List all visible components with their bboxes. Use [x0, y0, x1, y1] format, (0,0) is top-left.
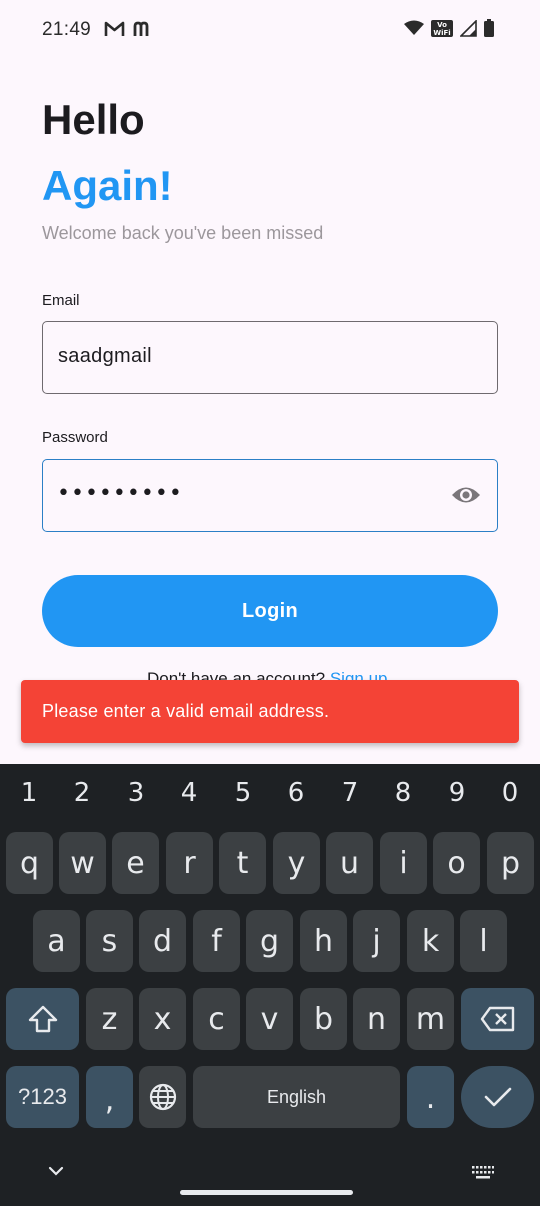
key-7[interactable]: 7	[330, 778, 370, 808]
space-key[interactable]: English	[193, 1066, 400, 1128]
visibility-eye-icon[interactable]	[451, 484, 481, 506]
key-3[interactable]: 3	[116, 778, 156, 808]
key-1[interactable]: 1	[9, 778, 49, 808]
key-j[interactable]: j	[353, 910, 400, 972]
comma-key[interactable]: ,	[86, 1066, 133, 1128]
checkmark-icon	[484, 1087, 511, 1107]
key-r[interactable]: r	[166, 832, 213, 894]
key-b[interactable]: b	[300, 988, 347, 1050]
key-s[interactable]: s	[86, 910, 133, 972]
keyboard-switcher-icon[interactable]	[472, 1166, 494, 1180]
email-label: Email	[42, 292, 80, 309]
password-label: Password	[42, 429, 108, 446]
backspace-key[interactable]	[461, 988, 534, 1050]
key-d[interactable]: d	[139, 910, 186, 972]
key-m[interactable]: m	[407, 988, 454, 1050]
key-0[interactable]: 0	[490, 778, 530, 808]
key-5[interactable]: 5	[223, 778, 263, 808]
symbols-key[interactable]: ?123	[6, 1066, 79, 1128]
soft-keyboard	[0, 764, 540, 1206]
key-c[interactable]: c	[193, 988, 240, 1050]
snackbar-message: Please enter a valid email address.	[42, 701, 330, 721]
gmail-icon	[104, 21, 125, 36]
key-6[interactable]: 6	[276, 778, 316, 808]
backspace-icon	[480, 1006, 514, 1032]
key-y[interactable]: y	[273, 832, 320, 894]
key-f[interactable]: f	[193, 910, 240, 972]
key-x[interactable]: x	[139, 988, 186, 1050]
page-title: Hello	[42, 96, 145, 143]
key-q[interactable]: q	[6, 832, 53, 894]
key-9[interactable]: 9	[437, 778, 477, 808]
key-8[interactable]: 8	[383, 778, 423, 808]
key-t[interactable]: t	[219, 832, 266, 894]
wifi-icon	[404, 20, 424, 35]
keyboard-hide-chevron-icon[interactable]	[48, 1166, 64, 1176]
key-v[interactable]: v	[246, 988, 293, 1050]
shift-key[interactable]	[6, 988, 79, 1050]
login-button-label: Login	[242, 599, 298, 622]
key-g[interactable]: g	[246, 910, 293, 972]
vowifi-icon: Vo WiFi	[431, 19, 453, 37]
signal-icon	[460, 19, 477, 37]
status-time: 21:49	[42, 19, 92, 40]
key-4[interactable]: 4	[169, 778, 209, 808]
status-right-icons: Vo WiFi	[404, 19, 494, 37]
page-title-accent: Again!	[42, 162, 173, 209]
key-2[interactable]: 2	[62, 778, 102, 808]
globe-icon	[149, 1083, 176, 1111]
status-left-icons	[104, 20, 153, 37]
login-button[interactable]: Login	[42, 575, 498, 647]
m-app-icon	[133, 21, 149, 36]
key-z[interactable]: z	[86, 988, 133, 1050]
password-value[interactable]: •••••••••	[57, 481, 183, 506]
key-n[interactable]: n	[353, 988, 400, 1050]
key-i[interactable]: i	[380, 832, 427, 894]
home-indicator[interactable]	[180, 1190, 353, 1195]
enter-key[interactable]	[461, 1066, 534, 1128]
key-h[interactable]: h	[300, 910, 347, 972]
key-l[interactable]: l	[460, 910, 507, 972]
language-key[interactable]	[139, 1066, 186, 1128]
key-o[interactable]: o	[433, 832, 480, 894]
key-w[interactable]: w	[59, 832, 106, 894]
battery-icon	[484, 19, 494, 37]
key-u[interactable]: u	[326, 832, 373, 894]
page-subtitle: Welcome back you've been missed	[42, 223, 324, 243]
key-e[interactable]: e	[112, 832, 159, 894]
period-key[interactable]: .	[407, 1066, 454, 1128]
key-p[interactable]: p	[487, 832, 534, 894]
key-k[interactable]: k	[407, 910, 454, 972]
shift-icon	[28, 1005, 57, 1033]
error-snackbar: Please enter a valid email address.	[21, 680, 519, 743]
key-a[interactable]: a	[33, 910, 80, 972]
email-value[interactable]: saadgmail	[58, 345, 152, 368]
